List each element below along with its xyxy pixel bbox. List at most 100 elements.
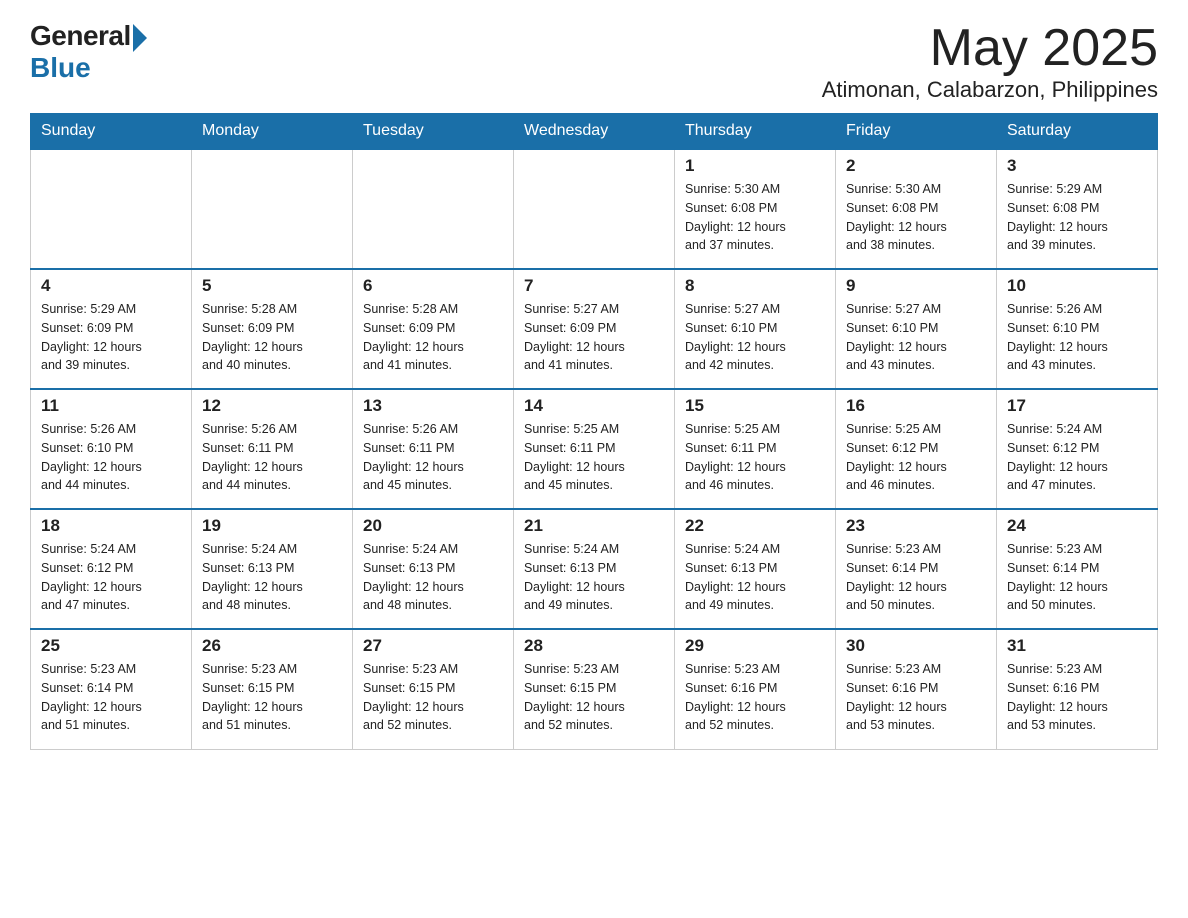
day-info: Sunrise: 5:23 AM Sunset: 6:14 PM Dayligh… [1007, 540, 1147, 615]
day-number: 6 [363, 276, 503, 296]
day-number: 20 [363, 516, 503, 536]
calendar-cell: 13 Sunrise: 5:26 AM Sunset: 6:11 PM Dayli… [353, 389, 514, 509]
calendar-cell [31, 149, 192, 269]
day-info: Sunrise: 5:23 AM Sunset: 6:16 PM Dayligh… [1007, 660, 1147, 735]
day-info: Sunrise: 5:23 AM Sunset: 6:14 PM Dayligh… [41, 660, 181, 735]
calendar-week-4: 18Sunrise: 5:24 AM Sunset: 6:12 PM Dayli… [31, 509, 1158, 629]
day-number: 15 [685, 396, 825, 416]
calendar-cell: 29 Sunrise: 5:23 AM Sunset: 6:16 PM Dayli… [675, 629, 836, 749]
day-number: 26 [202, 636, 342, 656]
day-number: 31 [1007, 636, 1147, 656]
day-number: 3 [1007, 156, 1147, 176]
calendar-cell [514, 149, 675, 269]
day-info: Sunrise: 5:23 AM Sunset: 6:15 PM Dayligh… [363, 660, 503, 735]
day-info: Sunrise: 5:24 AM Sunset: 6:13 PM Dayligh… [524, 540, 664, 615]
calendar-cell: 14 Sunrise: 5:25 AM Sunset: 6:11 PM Dayli… [514, 389, 675, 509]
day-info: Sunrise: 5:25 AM Sunset: 6:12 PM Dayligh… [846, 420, 986, 495]
calendar-cell: 22 Sunrise: 5:24 AM Sunset: 6:13 PM Dayli… [675, 509, 836, 629]
day-info: Sunrise: 5:23 AM Sunset: 6:15 PM Dayligh… [524, 660, 664, 735]
calendar-cell: 31 Sunrise: 5:23 AM Sunset: 6:16 PM Dayli… [997, 629, 1158, 749]
day-number: 21 [524, 516, 664, 536]
logo-blue-text: Blue [30, 52, 91, 84]
day-info: Sunrise: 5:28 AM Sunset: 6:09 PM Dayligh… [363, 300, 503, 375]
day-number: 5 [202, 276, 342, 296]
day-number: 2 [846, 156, 986, 176]
logo-arrow-icon [133, 24, 147, 52]
location-title: Atimonan, Calabarzon, Philippines [822, 77, 1158, 103]
day-number: 19 [202, 516, 342, 536]
day-number: 22 [685, 516, 825, 536]
calendar-cell: 30 Sunrise: 5:23 AM Sunset: 6:16 PM Dayli… [836, 629, 997, 749]
day-info: Sunrise: 5:24 AM Sunset: 6:12 PM Dayligh… [1007, 420, 1147, 495]
calendar-week-2: 4 Sunrise: 5:29 AM Sunset: 6:09 PM Daylig… [31, 269, 1158, 389]
weekday-header-sunday: Sunday [31, 114, 192, 150]
day-info: Sunrise: 5:23 AM Sunset: 6:15 PM Dayligh… [202, 660, 342, 735]
weekday-header-wednesday: Wednesday [514, 114, 675, 150]
calendar-cell: 26 Sunrise: 5:23 AM Sunset: 6:15 PM Dayli… [192, 629, 353, 749]
calendar-cell: 9 Sunrise: 5:27 AM Sunset: 6:10 PM Daylig… [836, 269, 997, 389]
day-info: Sunrise: 5:23 AM Sunset: 6:16 PM Dayligh… [685, 660, 825, 735]
day-info: Sunrise: 5:24 AM Sunset: 6:13 PM Dayligh… [685, 540, 825, 615]
calendar-week-3: 11 Sunrise: 5:26 AM Sunset: 6:10 PM Dayli… [31, 389, 1158, 509]
day-number: 12 [202, 396, 342, 416]
day-info: Sunrise: 5:26 AM Sunset: 6:11 PM Dayligh… [202, 420, 342, 495]
calendar-cell: 7Sunrise: 5:27 AM Sunset: 6:09 PM Daylig… [514, 269, 675, 389]
month-title: May 2025 [822, 20, 1158, 77]
calendar-cell: 18Sunrise: 5:24 AM Sunset: 6:12 PM Dayli… [31, 509, 192, 629]
calendar-cell: 20 Sunrise: 5:24 AM Sunset: 6:13 PM Dayli… [353, 509, 514, 629]
day-info: Sunrise: 5:24 AM Sunset: 6:13 PM Dayligh… [202, 540, 342, 615]
weekday-header-friday: Friday [836, 114, 997, 150]
calendar-cell: 25Sunrise: 5:23 AM Sunset: 6:14 PM Dayli… [31, 629, 192, 749]
logo: General Blue [30, 20, 147, 84]
calendar-week-5: 25Sunrise: 5:23 AM Sunset: 6:14 PM Dayli… [31, 629, 1158, 749]
calendar-cell [192, 149, 353, 269]
calendar-table: SundayMondayTuesdayWednesdayThursdayFrid… [30, 113, 1158, 750]
day-number: 10 [1007, 276, 1147, 296]
day-info: Sunrise: 5:30 AM Sunset: 6:08 PM Dayligh… [685, 180, 825, 255]
day-info: Sunrise: 5:27 AM Sunset: 6:10 PM Dayligh… [685, 300, 825, 375]
day-info: Sunrise: 5:23 AM Sunset: 6:16 PM Dayligh… [846, 660, 986, 735]
weekday-header-thursday: Thursday [675, 114, 836, 150]
title-block: May 2025 Atimonan, Calabarzon, Philippin… [822, 20, 1158, 103]
calendar-cell: 12 Sunrise: 5:26 AM Sunset: 6:11 PM Dayli… [192, 389, 353, 509]
calendar-cell: 15Sunrise: 5:25 AM Sunset: 6:11 PM Dayli… [675, 389, 836, 509]
day-info: Sunrise: 5:29 AM Sunset: 6:09 PM Dayligh… [41, 300, 181, 375]
calendar-cell: 5 Sunrise: 5:28 AM Sunset: 6:09 PM Daylig… [192, 269, 353, 389]
calendar-cell: 23 Sunrise: 5:23 AM Sunset: 6:14 PM Dayli… [836, 509, 997, 629]
calendar-cell: 28 Sunrise: 5:23 AM Sunset: 6:15 PM Dayli… [514, 629, 675, 749]
day-info: Sunrise: 5:24 AM Sunset: 6:13 PM Dayligh… [363, 540, 503, 615]
calendar-cell: 10 Sunrise: 5:26 AM Sunset: 6:10 PM Dayli… [997, 269, 1158, 389]
day-info: Sunrise: 5:26 AM Sunset: 6:10 PM Dayligh… [1007, 300, 1147, 375]
day-info: Sunrise: 5:28 AM Sunset: 6:09 PM Dayligh… [202, 300, 342, 375]
calendar-cell: 19 Sunrise: 5:24 AM Sunset: 6:13 PM Dayli… [192, 509, 353, 629]
weekday-header-row: SundayMondayTuesdayWednesdayThursdayFrid… [31, 114, 1158, 150]
day-info: Sunrise: 5:23 AM Sunset: 6:14 PM Dayligh… [846, 540, 986, 615]
calendar-cell: 16 Sunrise: 5:25 AM Sunset: 6:12 PM Dayli… [836, 389, 997, 509]
day-number: 14 [524, 396, 664, 416]
calendar-cell: 3Sunrise: 5:29 AM Sunset: 6:08 PM Daylig… [997, 149, 1158, 269]
day-number: 4 [41, 276, 181, 296]
calendar-cell: 27Sunrise: 5:23 AM Sunset: 6:15 PM Dayli… [353, 629, 514, 749]
day-info: Sunrise: 5:26 AM Sunset: 6:10 PM Dayligh… [41, 420, 181, 495]
calendar-cell: 6 Sunrise: 5:28 AM Sunset: 6:09 PM Daylig… [353, 269, 514, 389]
day-number: 30 [846, 636, 986, 656]
day-number: 29 [685, 636, 825, 656]
day-info: Sunrise: 5:27 AM Sunset: 6:09 PM Dayligh… [524, 300, 664, 375]
day-info: Sunrise: 5:24 AM Sunset: 6:12 PM Dayligh… [41, 540, 181, 615]
weekday-header-tuesday: Tuesday [353, 114, 514, 150]
day-info: Sunrise: 5:25 AM Sunset: 6:11 PM Dayligh… [524, 420, 664, 495]
day-number: 28 [524, 636, 664, 656]
weekday-header-saturday: Saturday [997, 114, 1158, 150]
day-number: 13 [363, 396, 503, 416]
day-number: 17 [1007, 396, 1147, 416]
page-header: General Blue May 2025 Atimonan, Calabarz… [30, 20, 1158, 103]
day-number: 11 [41, 396, 181, 416]
day-number: 9 [846, 276, 986, 296]
day-number: 16 [846, 396, 986, 416]
day-number: 8 [685, 276, 825, 296]
day-info: Sunrise: 5:26 AM Sunset: 6:11 PM Dayligh… [363, 420, 503, 495]
calendar-cell: 17 Sunrise: 5:24 AM Sunset: 6:12 PM Dayli… [997, 389, 1158, 509]
day-info: Sunrise: 5:27 AM Sunset: 6:10 PM Dayligh… [846, 300, 986, 375]
day-number: 23 [846, 516, 986, 536]
day-info: Sunrise: 5:30 AM Sunset: 6:08 PM Dayligh… [846, 180, 986, 255]
